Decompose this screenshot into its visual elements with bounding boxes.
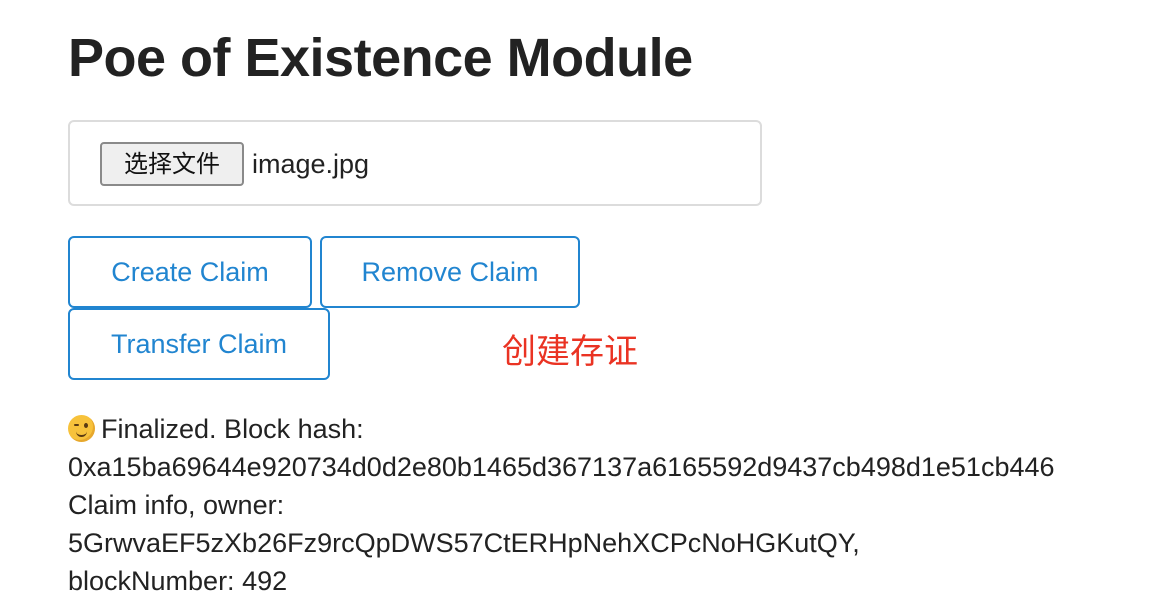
create-claim-annotation: 创建存证 xyxy=(502,332,638,372)
claim-info-label: Claim info, owner: xyxy=(68,490,285,520)
block-hash-value: 0xa15ba69644e920734d0d2e80b1465d367137a6… xyxy=(68,452,1055,482)
status-finalized-line: Finalized. Block hash: xyxy=(68,410,1138,448)
claim-owner-value: 5GrwvaEF5zXb26Fz9rcQpDWS57CtERHpNehXCPcN… xyxy=(68,528,860,558)
block-number-value: blockNumber: 492 xyxy=(68,566,288,596)
transfer-claim-button[interactable]: Transfer Claim xyxy=(68,308,330,380)
create-claim-button[interactable]: Create Claim xyxy=(68,236,312,308)
winking-face-icon xyxy=(68,415,95,442)
remove-claim-button[interactable]: Remove Claim xyxy=(320,236,580,308)
page-title: Poe of Existence Module xyxy=(68,28,693,88)
choose-file-button[interactable]: 选择文件 xyxy=(100,142,244,186)
selected-file-name: image.jpg xyxy=(252,149,370,179)
transaction-status: Finalized. Block hash: 0xa15ba69644e9207… xyxy=(68,410,1138,600)
status-finalized-text: Finalized. Block hash: xyxy=(101,414,364,444)
file-input-container: 选择文件 image.jpg xyxy=(68,120,762,206)
